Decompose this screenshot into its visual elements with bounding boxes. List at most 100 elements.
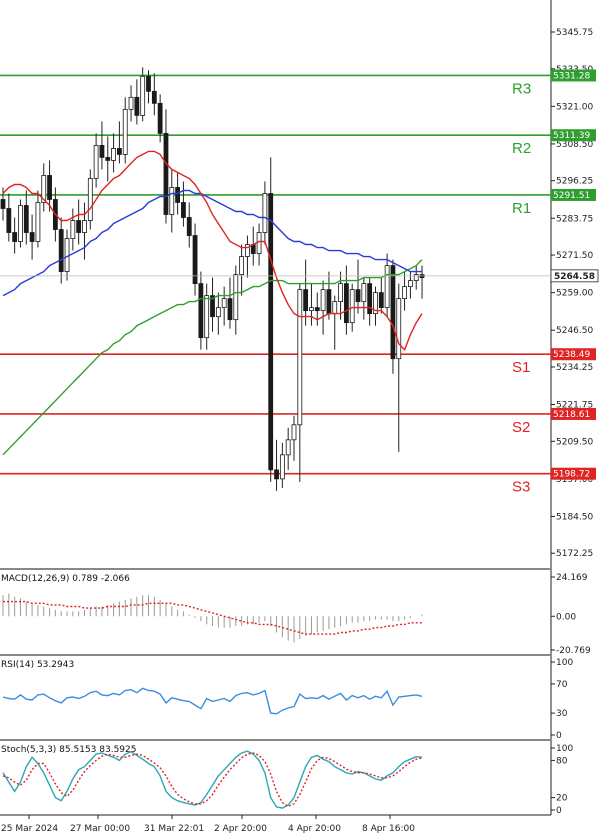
price-pane: 5345.755333.505321.005308.505296.255283.… (0, 28, 599, 559)
price-tick-label: 5321.00 (556, 102, 593, 112)
candle-body (35, 202, 41, 242)
candle-body (64, 238, 70, 272)
stoch-k-line (2, 750, 423, 809)
candle-body (18, 205, 23, 242)
candle-body (332, 301, 338, 315)
candle-body (12, 232, 18, 242)
candle-body (274, 469, 279, 480)
candle-body (309, 307, 314, 312)
stoch-d-line (2, 752, 423, 808)
price-tick-label: 5234.25 (556, 363, 593, 373)
candle-body (87, 178, 93, 221)
candle-body (82, 220, 87, 233)
price-tick-label: 5184.50 (556, 512, 593, 522)
candle-body (186, 217, 192, 236)
candle-body (390, 265, 396, 360)
price-tick-label: 5345.75 (556, 28, 593, 38)
rsi-tick-label: 0 (556, 731, 562, 741)
level-name-label: R3 (512, 80, 531, 97)
candle-body (338, 283, 343, 303)
rsi-tick-label: 30 (556, 709, 568, 719)
macd-title: MACD(12,26,9) 0.789 -2.066 (1, 574, 130, 584)
candle-body (175, 187, 181, 203)
candle-body (326, 289, 332, 315)
candle-body (268, 193, 274, 471)
candle-body (361, 283, 367, 303)
time-tick-label: 8 Apr 16:00 (362, 824, 415, 834)
candle-body (215, 307, 221, 318)
candle-body (349, 289, 355, 324)
candle-body (163, 132, 169, 215)
level-price-label: 5218.61 (553, 410, 590, 420)
candle-body (396, 298, 402, 360)
candle-body (367, 283, 373, 315)
candle-body (297, 289, 303, 426)
support-resistance-levels: 5331.28 R3 5311.39 R2 5291.51 R1 5238.49 S1 5218… (0, 69, 596, 496)
time-tick-label: 31 Mar 22:01 (144, 824, 204, 834)
level-name-label: S2 (512, 419, 530, 436)
candle-body (134, 96, 140, 116)
candle-body (0, 199, 6, 209)
stoch-tick-label: 0 (556, 806, 562, 816)
candle-body (157, 102, 163, 134)
candle-body (111, 148, 116, 161)
price-tick-label: 5271.50 (556, 251, 593, 261)
stoch-tick-label: 20 (556, 794, 568, 804)
rsi-title: RSI(14) 53.2943 (1, 660, 74, 670)
rsi-line (2, 687, 423, 715)
current-price-marker: 5264.58 (0, 269, 599, 283)
candle-body (76, 220, 82, 233)
candle-body (204, 295, 210, 339)
candle-body (407, 280, 413, 288)
stoch-pane: Stoch(5,3,3) 85.5153 83.5925 100 80 20 0 (1, 744, 573, 816)
candle-body (198, 283, 204, 339)
candle-body (285, 439, 291, 456)
level-price-label: 5311.39 (553, 131, 590, 141)
candle-body (384, 265, 390, 309)
price-tick-label: 5209.50 (556, 437, 593, 447)
candle-body (192, 235, 198, 285)
candle-body (6, 208, 12, 233)
candle-body (378, 292, 384, 309)
level-price-label: 5331.28 (553, 71, 590, 81)
rsi-pane: RSI(14) 53.2943 100 70 30 0 (1, 658, 573, 741)
candle-body (279, 454, 285, 480)
candle-body (343, 283, 349, 324)
candle-body (402, 286, 407, 300)
macd-pane: MACD(12,26,9) 0.789 -2.066 24.169 0.00 -20.… (1, 573, 591, 656)
candle-body (169, 187, 175, 215)
macd-tick-label: 24.169 (556, 573, 588, 583)
candle-body (355, 289, 361, 303)
price-tick-label: 5246.50 (556, 326, 593, 336)
candle-body (146, 75, 151, 92)
candle-body (221, 298, 227, 309)
time-axis-labels: 25 Mar 2024 27 Mar 00:00 31 Mar 22:01 2 Apr… (1, 815, 415, 834)
trading-chart: 5345.755333.505321.005308.505296.255283.… (0, 0, 599, 834)
time-tick-label: 27 Mar 00:00 (70, 824, 130, 834)
price-tick-label: 5259.00 (556, 289, 593, 299)
level-name-label: R2 (512, 140, 531, 157)
level-price-label: 5291.51 (553, 191, 590, 201)
candle-body (93, 145, 99, 179)
macd-tick-label: -20.769 (556, 646, 591, 656)
price-tick-label: 5308.50 (556, 140, 593, 150)
candle-body (151, 90, 157, 104)
candle-body (314, 307, 320, 312)
price-tick-label: 5172.25 (556, 549, 593, 559)
candle-body (23, 205, 29, 233)
stoch-tick-label: 80 (556, 756, 568, 766)
level-name-label: R1 (512, 200, 531, 217)
rsi-tick-label: 100 (556, 658, 573, 668)
macd-tick-label: 0.00 (556, 612, 576, 622)
candle-body (140, 75, 146, 116)
candle-body (262, 193, 268, 233)
candle-body (99, 145, 105, 158)
price-tick-label: 5296.25 (556, 177, 593, 187)
candle-body (303, 289, 309, 312)
stoch-tick-label: 100 (556, 744, 573, 754)
candle-body (233, 274, 239, 321)
candle-body (239, 256, 245, 275)
candle-body (47, 175, 52, 200)
candle-body (256, 232, 262, 254)
stoch-title: Stoch(5,3,3) 85.5153 83.5925 (1, 745, 136, 755)
